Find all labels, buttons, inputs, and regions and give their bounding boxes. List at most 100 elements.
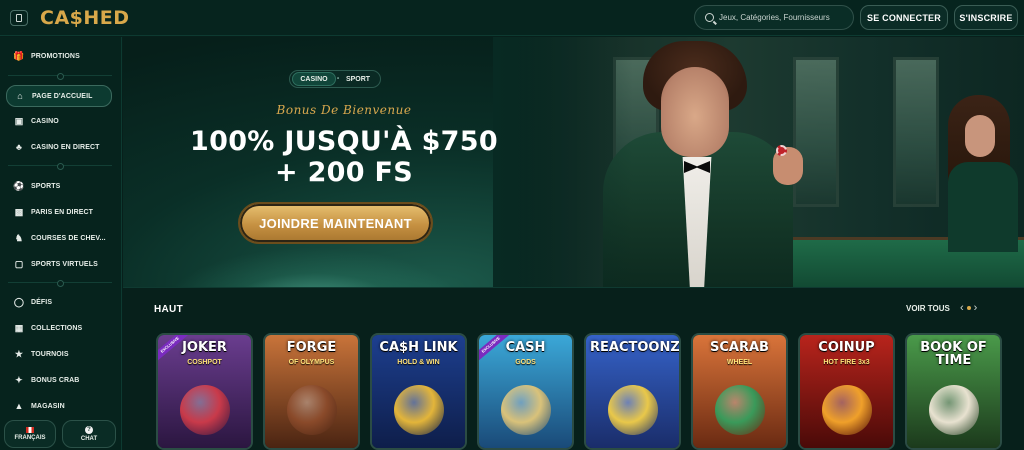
hero-banner[interactable]: CASINO • SPORT Bonus De Bienvenue 100% J… (123, 37, 1024, 287)
sidebar-item-shop[interactable]: ▲ MAGASIN (6, 395, 112, 417)
tab-sport[interactable]: SPORT (340, 72, 376, 86)
sidebar-item-label: SPORTS (31, 182, 61, 190)
sidebar: 🎁 PROMOTIONS ⌂ PAGE D'ACCUEIL ▣ CASINO ♣ CAS… (0, 37, 122, 450)
game-title: REACTOONZ (590, 340, 680, 355)
hero-glow (163, 247, 463, 287)
game-emblem (287, 385, 337, 435)
sidebar-item-casino[interactable]: ▣ CASINO (6, 110, 112, 132)
sidebar-item-promotions[interactable]: 🎁 PROMOTIONS (6, 45, 112, 67)
game-emblem (822, 385, 872, 435)
top-bar: CA$HED SE CONNECTER S'INSCRIRE (0, 0, 1024, 36)
chevron-left-icon[interactable]: ‹ (960, 302, 964, 314)
live-cards-icon: ♣ (15, 142, 22, 152)
sidebar-item-label: BONUS CRAB (31, 376, 80, 384)
game-card[interactable]: CASH GODS EXCLUSIVE (477, 333, 574, 450)
game-emblem (394, 385, 444, 435)
sidebar-item-horse-racing[interactable]: ♞ COURSES DE CHEV... (6, 227, 112, 249)
medal-icon: ◯ (13, 296, 25, 307)
bonus-label: Bonus De Bienvenue (276, 103, 412, 117)
tab-casino[interactable]: CASINO (292, 72, 336, 86)
trophy-icon: ★ (14, 348, 24, 359)
sidebar-item-sports[interactable]: ⚽ SPORTS (6, 175, 112, 197)
sidebar-item-collections[interactable]: ▦ COLLECTIONS (6, 317, 112, 339)
section-title: HAUT (154, 304, 183, 315)
sidebar-item-label: TOURNOIS (31, 350, 69, 358)
sidebar-item-challenges[interactable]: ◯ DÉFIS (6, 291, 112, 313)
game-subtitle: GODS (515, 359, 536, 366)
search-input[interactable] (719, 13, 849, 22)
sidebar-item-home[interactable]: ⌂ PAGE D'ACCUEIL (6, 85, 112, 107)
live-badge-icon: ▩ (14, 206, 24, 217)
game-title: COINUP (818, 340, 875, 355)
game-card[interactable]: COINUP HOT FIRE 3x3 (798, 333, 895, 450)
sidebar-item-label: PROMOTIONS (31, 52, 80, 60)
sidebar-item-label: SPORTS VIRTUELS (31, 260, 98, 268)
game-subtitle: HOLD & WIN (397, 359, 440, 366)
sidebar-item-label: COURSES DE CHEV... (31, 234, 106, 242)
language-label: FRANÇAIS (14, 435, 46, 441)
game-emblem (180, 385, 230, 435)
game-card[interactable]: REACTOONZ (584, 333, 681, 450)
game-title: SCARAB (710, 340, 769, 355)
chevron-right-icon[interactable]: › (974, 302, 978, 314)
sidebar-item-virtual-sports[interactable]: ▢ SPORTS VIRTUELS (6, 253, 112, 275)
sidebar-item-label: CASINO (31, 117, 59, 125)
chat-label: CHAT (80, 436, 98, 442)
site-logo[interactable]: CA$HED (40, 7, 130, 29)
game-card[interactable]: SCARAB WHEEL (691, 333, 788, 450)
sidebar-item-label: COLLECTIONS (31, 324, 83, 332)
game-subtitle: OF OLYMPUS (288, 359, 335, 366)
game-card[interactable]: FORGE OF OLYMPUS (263, 333, 360, 450)
slot-machine-icon: ▣ (14, 115, 24, 126)
sidebar-item-tournaments[interactable]: ★ TOURNOIS (6, 343, 112, 365)
game-emblem (608, 385, 658, 435)
language-button[interactable]: FRANÇAIS (4, 420, 56, 448)
game-emblem (715, 385, 765, 435)
poker-chip-icon (776, 145, 787, 156)
game-emblem (929, 385, 979, 435)
sidebar-item-label: DÉFIS (31, 298, 53, 306)
join-now-button[interactable]: JOINDRE MAINTENANT (238, 202, 433, 244)
hero-tabs: CASINO • SPORT (289, 70, 381, 88)
sidebar-item-label: CASINO EN DIRECT (31, 143, 100, 151)
game-card[interactable]: CA$H LINK HOLD & WIN (370, 333, 467, 450)
game-title: FORGE (286, 340, 337, 355)
game-subtitle: COSHPOT (187, 359, 222, 366)
game-subtitle: WHEEL (726, 359, 753, 366)
gift-icon: 🎁 (13, 50, 25, 61)
game-title: CA$H LINK (379, 340, 458, 355)
carousel-dot (966, 306, 971, 310)
collections-icon: ▦ (14, 322, 24, 333)
sidebar-item-label: PAGE D'ACCUEIL (32, 92, 93, 100)
game-emblem (501, 385, 551, 435)
canada-flag-icon (26, 427, 34, 433)
carousel-controls: ‹ › (960, 302, 977, 314)
section-divider (123, 287, 1024, 288)
ball-icon: ⚽ (13, 180, 25, 191)
sidebar-item-live-betting[interactable]: ▩ PARIS EN DIRECT (6, 201, 112, 223)
game-card[interactable]: JOKER COSHPOT EXCLUSIVE (156, 333, 253, 450)
login-button[interactable]: SE CONNECTER (860, 5, 948, 30)
signup-button[interactable]: S'INSCRIRE (954, 5, 1018, 30)
game-title: BOOK OF TIME (920, 340, 987, 368)
sidebar-item-label: PARIS EN DIRECT (31, 208, 94, 216)
sidebar-item-bonus-crab[interactable]: ✦ BONUS CRAB (6, 369, 112, 391)
sidebar-toggle-icon[interactable] (10, 10, 28, 26)
horse-icon: ♞ (14, 232, 24, 243)
shop-icon: ▲ (14, 401, 24, 411)
sidebar-item-label: MAGASIN (31, 402, 65, 410)
game-card[interactable]: BOOK OF TIME (905, 333, 1002, 450)
claw-icon: ✦ (15, 374, 23, 385)
search-icon (705, 13, 714, 22)
headline-line1: 100% JUSQU'À $750 (190, 126, 498, 157)
search-box[interactable] (694, 5, 854, 30)
sidebar-divider (8, 73, 112, 80)
game-subtitle: HOT FIRE 3x3 (823, 359, 870, 366)
sidebar-divider (8, 163, 112, 170)
headline-line2: + 200 FS (274, 157, 414, 188)
sidebar-item-live-casino[interactable]: ♣ CASINO EN DIRECT (6, 136, 112, 158)
home-icon: ⌂ (17, 91, 23, 101)
view-all-link[interactable]: VOIR TOUS (906, 304, 950, 313)
chat-button[interactable]: ? CHAT (62, 420, 116, 448)
sidebar-divider (8, 280, 112, 287)
